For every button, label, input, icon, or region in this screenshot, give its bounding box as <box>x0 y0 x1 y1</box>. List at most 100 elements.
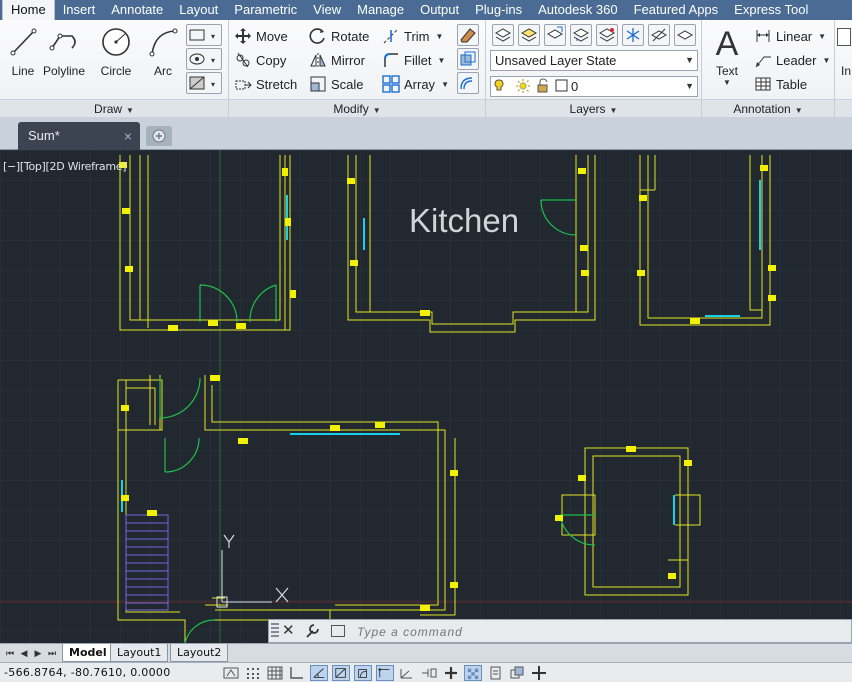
rectangle-button[interactable]: ▾ <box>186 24 222 46</box>
chevron-down-icon: ▼ <box>437 55 446 65</box>
tab-layout[interactable]: Layout <box>171 0 226 20</box>
tab-featured-apps[interactable]: Featured Apps <box>626 0 727 20</box>
table-icon <box>755 77 771 91</box>
layer-off-icon <box>650 28 668 42</box>
fillet-button[interactable]: Fillet ▼ <box>382 49 445 71</box>
chevron-down-icon: ▼ <box>126 106 134 115</box>
layer-previous-button[interactable] <box>570 24 592 46</box>
fillet-label: Fillet <box>404 52 432 68</box>
move-button[interactable]: Move <box>234 25 288 47</box>
copy-button[interactable]: Copy <box>234 49 286 71</box>
linear-dimension-button[interactable]: Linear ▼ <box>754 25 826 47</box>
erase-button[interactable] <box>457 24 479 46</box>
plus-icon <box>152 129 166 143</box>
layer-properties-button[interactable] <box>492 24 514 46</box>
line-button[interactable]: Line <box>0 26 46 90</box>
text-button[interactable]: A Text ▼ <box>704 26 750 90</box>
object-snap-tracking-icon[interactable] <box>376 665 394 681</box>
transparency-icon[interactable] <box>464 665 482 681</box>
draw-panel-title[interactable]: Draw ▼ <box>0 99 228 117</box>
svg-text:▾: ▾ <box>211 32 215 41</box>
insert-label-clipped[interactable]: In <box>841 64 851 78</box>
tab-layout2[interactable]: Layout2 <box>170 644 229 662</box>
object-snap-icon[interactable] <box>332 665 350 681</box>
tab-output[interactable]: Output <box>412 0 467 20</box>
quick-properties-icon[interactable] <box>486 665 504 681</box>
tab-autodesk-360[interactable]: Autodesk 360 <box>530 0 626 20</box>
document-tab-name: Sum* <box>28 128 60 143</box>
gradient-button[interactable]: ▾ <box>186 72 222 94</box>
tab-layout1[interactable]: Layout1 <box>110 644 169 662</box>
snap-mode-icon[interactable] <box>244 665 262 681</box>
next-tab-arrow-icon[interactable]: ▶ <box>32 647 44 659</box>
chevron-down-icon: ▼ <box>441 79 449 89</box>
tab-insert[interactable]: Insert <box>55 0 104 20</box>
polyline-button[interactable]: Polyline <box>41 26 87 90</box>
leader-button[interactable]: Leader ▼ <box>754 49 830 71</box>
layer-freeze-button[interactable] <box>622 24 644 46</box>
layer-match-button[interactable] <box>544 24 566 46</box>
scale-button[interactable]: Scale <box>309 73 364 95</box>
document-tab[interactable]: Sum* × <box>18 122 140 150</box>
infer-constraints-icon[interactable] <box>222 665 240 681</box>
polar-tracking-icon[interactable] <box>310 665 328 681</box>
arc-button[interactable]: Arc <box>140 26 186 90</box>
tab-plug-ins[interactable]: Plug-ins <box>467 0 530 20</box>
dynamic-input-icon[interactable] <box>420 665 438 681</box>
current-layer-dropdown[interactable]: 0 ▼ <box>490 76 698 97</box>
layer-state-button[interactable] <box>518 24 540 46</box>
trim-button[interactable]: Trim ▼ <box>382 25 443 47</box>
wrench-icon[interactable] <box>303 622 321 640</box>
layer-off-button[interactable] <box>648 24 670 46</box>
mirror-button[interactable]: Mirror <box>309 49 365 71</box>
offset-button[interactable] <box>457 72 479 94</box>
layer-state-icon <box>520 28 538 42</box>
tab-express-tools[interactable]: Express Tool <box>726 0 816 20</box>
layer-lock-icon <box>676 30 694 40</box>
tab-home[interactable]: Home <box>2 0 55 20</box>
prev-tab-arrow-icon[interactable]: ◀ <box>18 647 30 659</box>
tab-view[interactable]: View <box>305 0 349 20</box>
close-command-line-icon[interactable]: ✕ <box>282 621 295 639</box>
draw-title-text: Draw <box>94 102 123 116</box>
tab-parametric[interactable]: Parametric <box>226 0 305 20</box>
circle-button[interactable]: Circle <box>93 26 139 90</box>
grid-display-icon[interactable] <box>266 665 284 681</box>
tab-annotate[interactable]: Annotate <box>103 0 171 20</box>
stretch-icon <box>235 80 252 90</box>
array-button[interactable]: Array ▼ <box>382 73 449 95</box>
line-label: Line <box>11 64 35 78</box>
annotation-panel-title[interactable]: Annotation ▼ <box>702 99 834 117</box>
ortho-mode-icon[interactable] <box>288 665 306 681</box>
layers-title-text: Layers <box>569 102 606 116</box>
layer-state-dropdown[interactable]: Unsaved Layer State ▼ <box>490 50 698 71</box>
drag-handle-icon[interactable] <box>271 623 279 639</box>
new-tab-button[interactable] <box>146 126 172 146</box>
tab-manage[interactable]: Manage <box>349 0 412 20</box>
explode-button[interactable] <box>457 48 479 70</box>
selection-cycling-icon[interactable] <box>508 665 526 681</box>
command-input[interactable] <box>329 622 849 641</box>
drawing-canvas[interactable]: [−][Top][2D Wireframe] Kitchen <box>0 150 852 643</box>
table-button[interactable]: Table <box>754 73 807 95</box>
layer-isolate-icon <box>598 28 616 42</box>
hatch-button[interactable]: ▾ <box>186 48 222 70</box>
3d-object-snap-icon[interactable] <box>354 665 372 681</box>
stretch-button[interactable]: Stretch <box>234 73 297 95</box>
layer-lock-button[interactable] <box>674 24 696 46</box>
annotation-monitor-icon[interactable] <box>530 665 548 681</box>
coordinate-readout[interactable]: -566.8764, -80.7610, 0.0000 <box>4 666 171 679</box>
last-tab-arrow-icon[interactable]: ⏭ <box>46 647 58 659</box>
tab-model[interactable]: Model <box>62 644 114 662</box>
lineweight-icon[interactable] <box>442 665 460 681</box>
viewport-controls-label[interactable]: [−][Top][2D Wireframe] <box>3 160 127 173</box>
close-tab-icon[interactable]: × <box>124 122 132 150</box>
command-prompt-icon[interactable] <box>331 625 345 637</box>
layer-isolate-button[interactable] <box>596 24 618 46</box>
ducs-icon[interactable] <box>398 665 416 681</box>
offset-icon <box>460 77 473 90</box>
modify-panel-title[interactable]: Modify ▼ <box>229 99 485 117</box>
layers-panel-title[interactable]: Layers ▼ <box>486 99 701 117</box>
rotate-button[interactable]: Rotate <box>309 25 369 47</box>
first-tab-arrow-icon[interactable]: ⏮ <box>4 647 16 659</box>
